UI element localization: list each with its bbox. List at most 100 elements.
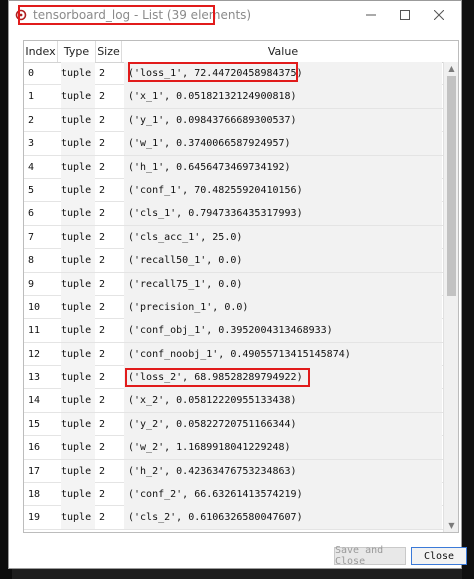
row-size: 2 <box>99 372 106 384</box>
row-size: 2 <box>99 208 106 220</box>
table-row[interactable]: 6 tuple 2 ('cls_1', 0.7947336435317993) <box>24 202 444 226</box>
row-type: tuple <box>61 389 95 413</box>
table-row[interactable]: 10 tuple 2 ('precision_1', 0.0) <box>24 295 444 320</box>
row-value[interactable]: ('cls_2', 0.6106326580047607) <box>124 506 442 530</box>
row-type: tuple <box>61 132 95 156</box>
table-row[interactable]: 17 tuple 2 ('h_2', 0.42363476753234863) <box>24 459 444 484</box>
row-type: tuple <box>61 319 95 343</box>
row-value[interactable]: ('x_2', 0.05812220955133438) <box>124 389 442 413</box>
row-value[interactable]: ('h_1', 0.6456473469734192) <box>124 155 442 179</box>
row-index: 11 <box>28 325 41 337</box>
header-value[interactable]: Value <box>122 41 444 62</box>
highlight-box-loss-2 <box>125 368 310 387</box>
row-size: 2 <box>99 231 106 243</box>
header-size[interactable]: Size <box>96 41 122 62</box>
vertical-scrollbar[interactable]: ▲ ▼ <box>443 62 458 532</box>
close-window-button[interactable] <box>423 1 455 28</box>
row-size: 2 <box>99 325 106 337</box>
row-index: 1 <box>28 91 35 103</box>
row-value[interactable]: ('recall75_1', 0.0) <box>124 272 442 296</box>
row-type: tuple <box>61 85 95 109</box>
row-value[interactable]: ('y_1', 0.09843766689300537) <box>124 108 442 132</box>
row-type: tuple <box>61 342 95 366</box>
row-type: tuple <box>61 202 95 226</box>
table-row[interactable]: 1 tuple 2 ('x_1', 0.05182132124900818) <box>24 85 444 109</box>
table-row[interactable]: 11 tuple 2 ('conf_obj_1', 0.395200431346893… <box>24 319 444 343</box>
row-size: 2 <box>99 278 106 290</box>
list-table: Index Type Size Value 0 tuple 2 ('loss_1', … <box>23 40 459 533</box>
row-value[interactable]: ('conf_1', 70.48255920410156) <box>124 178 442 202</box>
table-row[interactable]: 3 tuple 2 ('w_1', 0.3740066587924957) <box>24 132 444 156</box>
row-value[interactable]: ('precision_1', 0.0) <box>124 295 442 319</box>
row-type: tuple <box>61 155 95 179</box>
table-row[interactable]: 5 tuple 2 ('conf_1', 70.48255920410156) <box>24 178 444 203</box>
scroll-down-arrow-icon[interactable]: ▼ <box>444 519 458 532</box>
row-value[interactable]: ('w_2', 1.1689918041229248) <box>124 436 442 460</box>
row-value[interactable]: ('cls_acc_1', 25.0) <box>124 225 442 249</box>
row-value[interactable]: ('conf_noobj_1', 0.4905571341514587​4) <box>124 342 442 366</box>
row-size: 2 <box>99 348 106 360</box>
row-index: 10 <box>28 301 41 313</box>
row-size: 2 <box>99 418 106 430</box>
title-highlight-box <box>18 5 215 25</box>
row-value[interactable]: ('cls_1', 0.7947336435317993) <box>124 202 442 226</box>
row-index: 17 <box>28 465 41 477</box>
row-type: tuple <box>61 272 95 296</box>
row-type: tuple <box>61 436 95 460</box>
table-row[interactable]: 16 tuple 2 ('w_2', 1.1689918041229248) <box>24 436 444 460</box>
row-index: 7 <box>28 231 35 243</box>
row-type: tuple <box>61 225 95 249</box>
row-index: 5 <box>28 184 35 196</box>
table-row[interactable]: 18 tuple 2 ('conf_2', 66.63261413574219) <box>24 483 444 507</box>
list-viewer-window: tensorboard_log - List (39 elements) Ind… <box>8 0 467 569</box>
minimize-icon <box>366 14 376 15</box>
row-index: 3 <box>28 138 35 150</box>
row-value[interactable]: ('w_1', 0.3740066587924957) <box>124 132 442 156</box>
row-type: tuple <box>61 459 95 483</box>
row-type: tuple <box>61 412 95 436</box>
table-header: Index Type Size Value <box>24 41 458 63</box>
row-index: 13 <box>28 372 41 384</box>
row-value[interactable]: ('x_1', 0.05182132124900818) <box>124 85 442 109</box>
close-button[interactable]: Close <box>411 547 467 565</box>
row-index: 6 <box>28 208 35 220</box>
table-row[interactable]: 9 tuple 2 ('recall75_1', 0.0) <box>24 272 444 296</box>
header-index[interactable]: Index <box>24 41 58 62</box>
scrollbar-thumb[interactable] <box>447 76 456 296</box>
table-row[interactable]: 8 tuple 2 ('recall50_1', 0.0) <box>24 249 444 273</box>
row-size: 2 <box>99 161 106 173</box>
row-size: 2 <box>99 184 106 196</box>
maximize-icon <box>400 9 410 20</box>
row-index: 19 <box>28 512 41 524</box>
table-row[interactable]: 12 tuple 2 ('conf_noobj_1', 0.4905571341514… <box>24 342 444 367</box>
row-index: 4 <box>28 161 35 173</box>
table-row[interactable]: 7 tuple 2 ('cls_acc_1', 25.0) <box>24 225 444 250</box>
row-value[interactable]: ('conf_obj_1', 0.3952004313468933) <box>124 319 442 343</box>
table-row[interactable]: 15 tuple 2 ('y_2', 0.05822720751166344) <box>24 412 444 437</box>
row-size: 2 <box>99 395 106 407</box>
minimize-button[interactable] <box>355 1 387 28</box>
maximize-button[interactable] <box>389 1 421 28</box>
row-type: tuple <box>61 62 95 85</box>
table-row[interactable]: 19 tuple 2 ('cls_2', 0.6106326580047607) <box>24 506 444 530</box>
save-and-close-button[interactable]: Save and Close <box>334 545 406 567</box>
scroll-up-arrow-icon[interactable]: ▲ <box>444 62 458 75</box>
row-size: 2 <box>99 301 106 313</box>
row-size: 2 <box>99 465 106 477</box>
row-value[interactable]: ('y_2', 0.05822720751166344) <box>124 412 442 436</box>
table-row[interactable]: 2 tuple 2 ('y_1', 0.09843766689300537) <box>24 108 444 133</box>
row-index: 16 <box>28 442 41 454</box>
table-row[interactable]: 4 tuple 2 ('h_1', 0.6456473469734192) <box>24 155 444 179</box>
row-value[interactable]: ('recall50_1', 0.0) <box>124 249 442 273</box>
row-size: 2 <box>99 512 106 524</box>
row-type: tuple <box>61 295 95 319</box>
row-value[interactable]: ('h_2', 0.42363476753234863) <box>124 459 442 483</box>
row-index: 18 <box>28 489 41 501</box>
row-size: 2 <box>99 255 106 267</box>
row-index: 0 <box>28 68 35 79</box>
header-type[interactable]: Type <box>58 41 96 62</box>
row-size: 2 <box>99 91 106 103</box>
table-row[interactable]: 14 tuple 2 ('x_2', 0.05812220955133438) <box>24 389 444 413</box>
row-value[interactable]: ('conf_2', 66.63261413574219) <box>124 483 442 507</box>
title-bar[interactable]: tensorboard_log - List (39 elements) <box>9 1 461 28</box>
